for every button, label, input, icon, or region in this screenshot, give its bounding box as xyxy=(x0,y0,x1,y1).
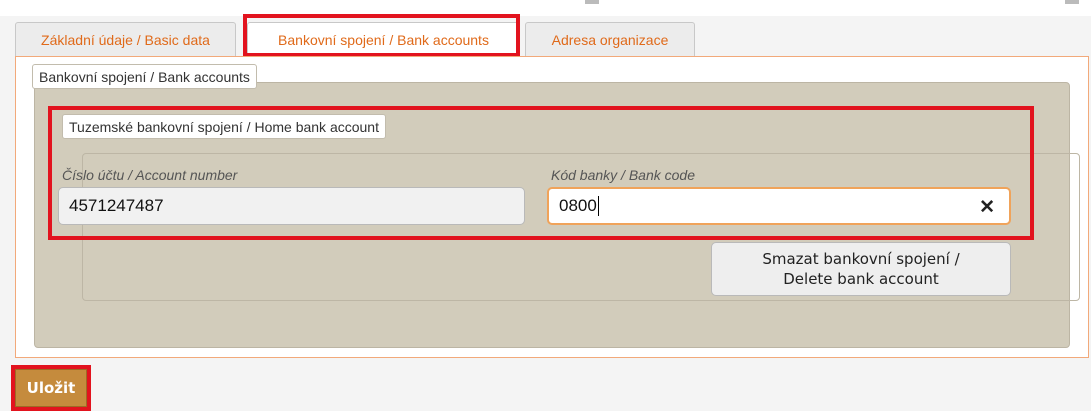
account-number-label: Číslo účtu / Account number xyxy=(62,167,238,183)
top-strip xyxy=(0,0,1091,16)
close-icon[interactable]: ✕ xyxy=(979,196,995,219)
home-bank-account-legend: Tuzemské bankovní spojení / Home bank ac… xyxy=(62,114,386,139)
tab-basic-data[interactable]: Základní údaje / Basic data xyxy=(15,22,236,56)
delete-button-line1: Smazat bankovní spojení / xyxy=(762,250,960,268)
account-number-input[interactable]: 4571247487 xyxy=(58,187,525,225)
bank-code-value: 0800 xyxy=(559,196,597,215)
scroll-stub xyxy=(1065,0,1079,4)
account-number-value: 4571247487 xyxy=(69,196,164,215)
delete-bank-account-button[interactable]: Smazat bankovní spojení / Delete bank ac… xyxy=(711,242,1011,296)
scroll-stub xyxy=(585,0,599,4)
bank-code-input[interactable]: 0800 ✕ xyxy=(547,187,1011,225)
bank-accounts-legend: Bankovní spojení / Bank accounts xyxy=(32,64,257,89)
tab-organization-address[interactable]: Adresa organizace xyxy=(525,22,695,56)
tab-bank-accounts[interactable]: Bankovní spojení / Bank accounts xyxy=(247,22,520,57)
delete-button-line2: Delete bank account xyxy=(783,270,939,288)
save-button[interactable]: Uložit xyxy=(15,369,87,407)
bank-code-label: Kód banky / Bank code xyxy=(551,167,695,183)
text-caret xyxy=(597,196,599,216)
